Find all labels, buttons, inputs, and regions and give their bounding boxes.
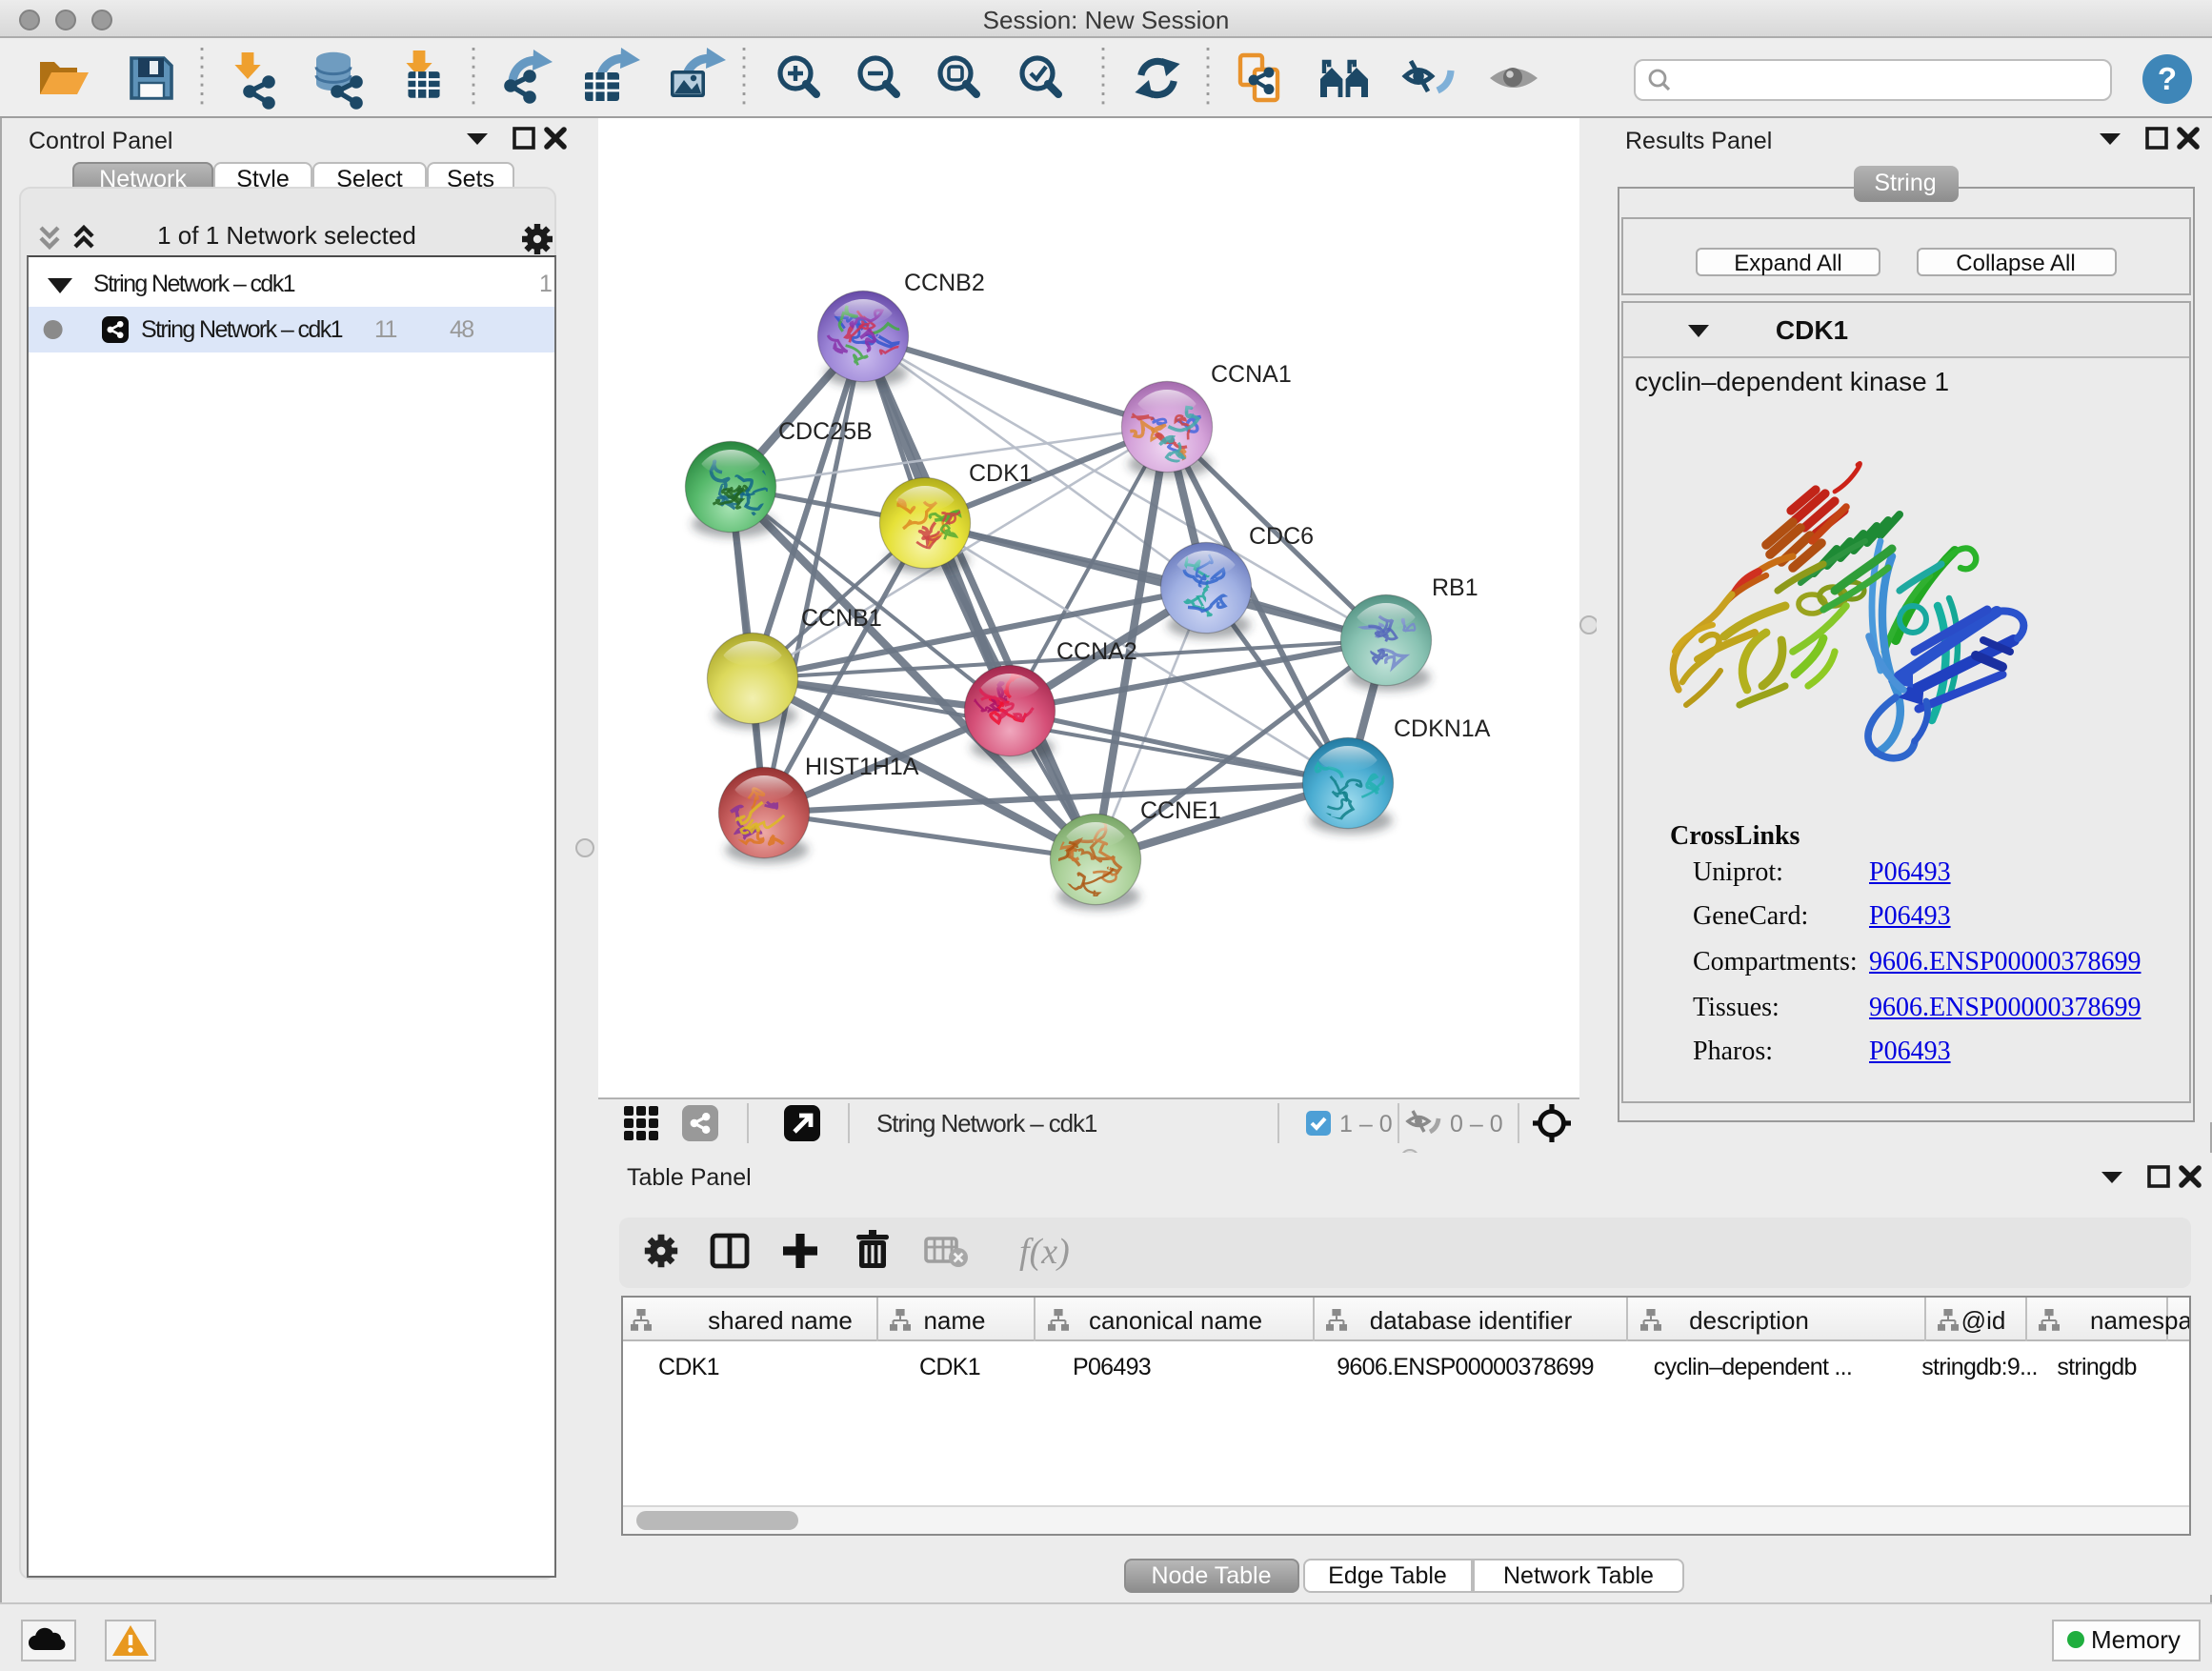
svg-text:namespace: namespace [2089, 1305, 2191, 1334]
svg-text:CCNB2: CCNB2 [903, 269, 984, 295]
svg-text:CDKN1A: CDKN1A [1393, 715, 1490, 741]
svg-text:shared name: shared name [707, 1305, 852, 1334]
svg-text:9606.ENSP00000378699: 9606.ENSP00000378699 [1336, 1353, 1593, 1379]
svg-text:CCNB1: CCNB1 [800, 604, 881, 631]
svg-text:CCNE1: CCNE1 [1139, 796, 1220, 823]
svg-text:0 – 0: 0 – 0 [1449, 1111, 1502, 1137]
svg-text:String Network – cdk1: String Network – cdk1 [875, 1109, 1096, 1137]
svg-text:P06493: P06493 [1072, 1353, 1150, 1379]
svg-text:CDK1: CDK1 [968, 459, 1032, 486]
svg-text:canonical name: canonical name [1088, 1305, 1261, 1334]
svg-text:CDK1: CDK1 [918, 1353, 979, 1379]
svg-text:stringdb:9...: stringdb:9... [1920, 1353, 2037, 1379]
svg-text:CCNA2: CCNA2 [1056, 637, 1136, 664]
svg-text:RB1: RB1 [1431, 574, 1478, 600]
svg-text:1 – 0: 1 – 0 [1338, 1111, 1392, 1137]
svg-text:CDK1: CDK1 [657, 1353, 718, 1379]
svg-text:description: description [1688, 1305, 1808, 1334]
svg-text:@id: @id [1961, 1305, 2005, 1334]
svg-text:HIST1H1A: HIST1H1A [804, 753, 918, 779]
svg-text:?: ? [2158, 61, 2177, 96]
svg-text:CDC6: CDC6 [1248, 522, 1313, 549]
svg-text:f(x): f(x) [1019, 1231, 1070, 1271]
svg-text:cyclin–dependent ...: cyclin–dependent ... [1653, 1353, 1851, 1379]
svg-text:stringdb: stringdb [2056, 1353, 2135, 1379]
svg-text:name: name [922, 1305, 984, 1334]
svg-text:CCNA1: CCNA1 [1210, 360, 1291, 387]
svg-text:database identifier: database identifier [1369, 1305, 1572, 1334]
svg-text:CDC25B: CDC25B [777, 417, 872, 444]
